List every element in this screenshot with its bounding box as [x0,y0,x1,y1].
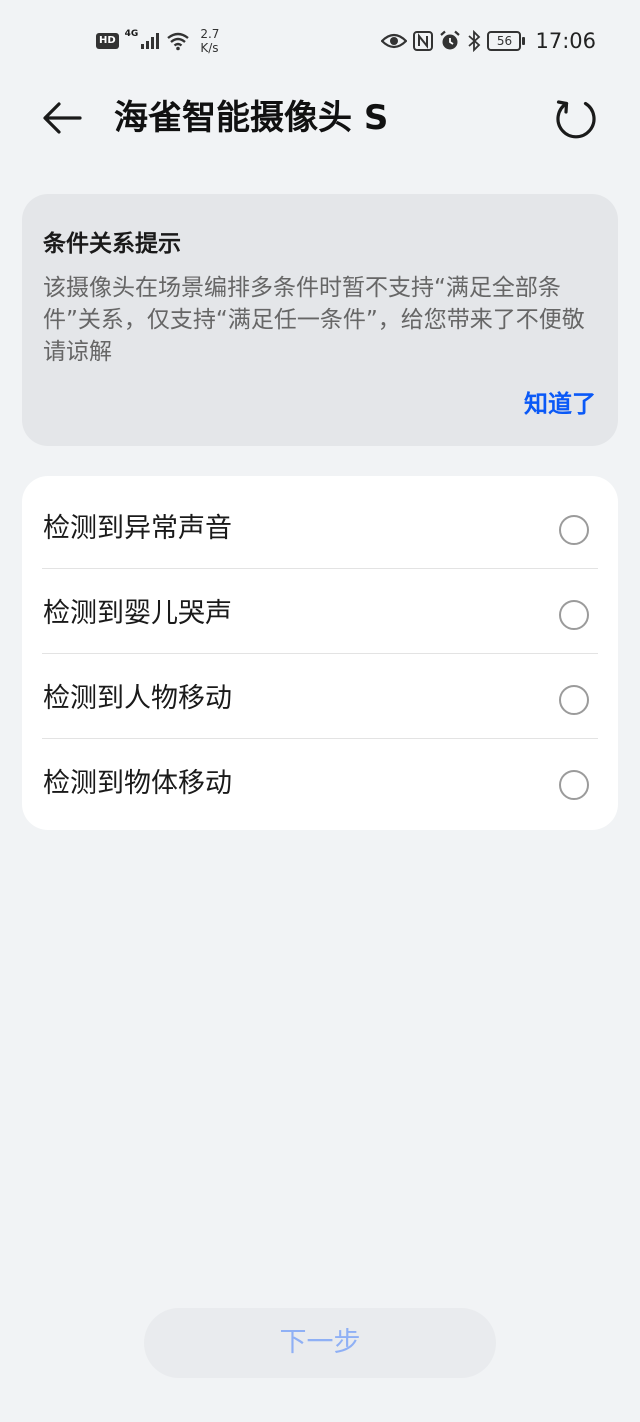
next-step-button[interactable]: 下一步 [144,1308,496,1378]
hd-badge: HD [96,33,119,49]
clock: 17:06 [535,29,596,53]
bluetooth-icon [468,30,481,52]
tip-title: 条件关系提示 [43,231,181,257]
arrow-left-icon [43,102,82,134]
title-bar: 海雀智能摄像头 S [0,80,640,156]
option-baby-crying[interactable]: 检测到婴儿哭声 [22,568,618,653]
page-title: 海雀智能摄像头 S [114,98,389,138]
wifi-icon [167,32,190,51]
radio-button[interactable] [559,515,589,545]
refresh-icon [556,100,596,139]
option-label: 检测到物体移动 [43,768,232,799]
battery-icon: 56 [487,31,526,51]
network-speed-unit: K/s [200,41,219,55]
back-button[interactable] [40,96,84,140]
radio-button[interactable] [559,600,589,630]
radio-button[interactable] [559,685,589,715]
option-abnormal-sound[interactable]: 检测到异常声音 [22,483,618,568]
radio-button[interactable] [559,770,589,800]
option-object-moving[interactable]: 检测到物体移动 [22,738,618,823]
alarm-icon [440,30,461,50]
signal-icon [141,33,160,49]
option-label: 检测到婴儿哭声 [43,598,232,629]
option-label: 检测到人物移动 [43,683,232,714]
refresh-button[interactable] [552,94,600,142]
status-left: HD 4G 2.7 K/s [96,24,219,58]
condition-tip-card: 条件关系提示 该摄像头在场景编排多条件时暂不支持“满足全部条件”关系，仅支持“满… [22,194,618,446]
option-person-moving[interactable]: 检测到人物移动 [22,653,618,738]
network-type: 4G [124,29,139,39]
condition-option-list: 检测到异常声音 检测到婴儿哭声 检测到人物移动 检测到物体移动 [22,476,618,830]
option-label: 检测到异常声音 [43,513,232,544]
network-speed-value: 2.7 [200,27,220,41]
status-bar: HD 4G 2.7 K/s 56 17:06 [0,0,640,80]
got-it-button[interactable]: 知道了 [524,384,596,419]
network-speed: 2.7 K/s [200,27,219,55]
eye-icon [381,33,408,49]
nfc-icon [413,31,434,51]
tip-body: 该摄像头在场景编排多条件时暂不支持“满足全部条件”关系，仅支持“满足任一条件”，… [43,275,585,365]
status-right: 56 17:06 [381,26,596,56]
